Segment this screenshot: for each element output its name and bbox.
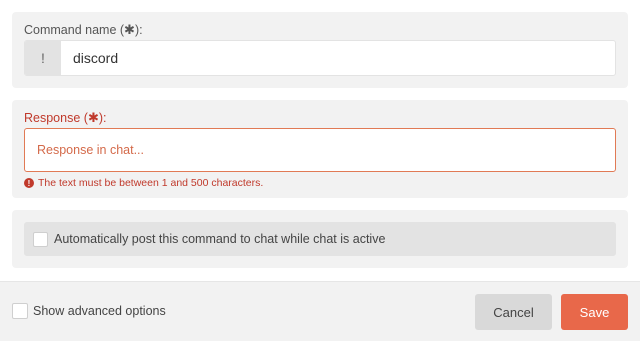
auto-post-checkbox[interactable] [33,231,48,247]
advanced-options-label: Show advanced options [33,304,166,318]
command-name-label-suffix: ): [134,23,143,37]
required-icon: ✱ [124,22,135,37]
response-label: Response (✱): [24,110,106,126]
response-error-text: The text must be between 1 and 500 chara… [38,177,264,189]
advanced-options-checkbox[interactable] [12,303,28,319]
auto-post-panel: Automatically post this command to chat … [12,210,628,268]
error-icon: ! [24,178,34,188]
advanced-options-toggle[interactable]: Show advanced options [12,303,166,319]
save-button[interactable]: Save [561,294,628,330]
command-name-field[interactable]: ! discord [24,40,616,76]
command-name-panel: Command name (✱): ! discord [12,12,628,88]
response-error: ! The text must be between 1 and 500 cha… [24,177,263,189]
command-name-input[interactable]: discord [61,41,615,75]
command-prefix: ! [25,41,61,75]
auto-post-label: Automatically post this command to chat … [54,232,386,246]
footer-bar: Show advanced options Cancel Save [0,281,640,341]
required-icon: ✱ [87,110,99,125]
command-name-label-text: Command name ( [24,23,125,37]
response-label-suffix: ): [98,111,107,125]
response-input[interactable]: Response in chat... [24,128,616,172]
auto-post-option[interactable]: Automatically post this command to chat … [24,222,616,256]
cancel-button[interactable]: Cancel [475,294,552,330]
response-panel: Response (✱): Response in chat... ! The … [12,100,628,198]
response-label-text: Response ( [24,111,88,125]
command-editor: Command name (✱): ! discord Response (✱)… [0,0,640,341]
command-name-label: Command name (✱): [24,22,143,38]
